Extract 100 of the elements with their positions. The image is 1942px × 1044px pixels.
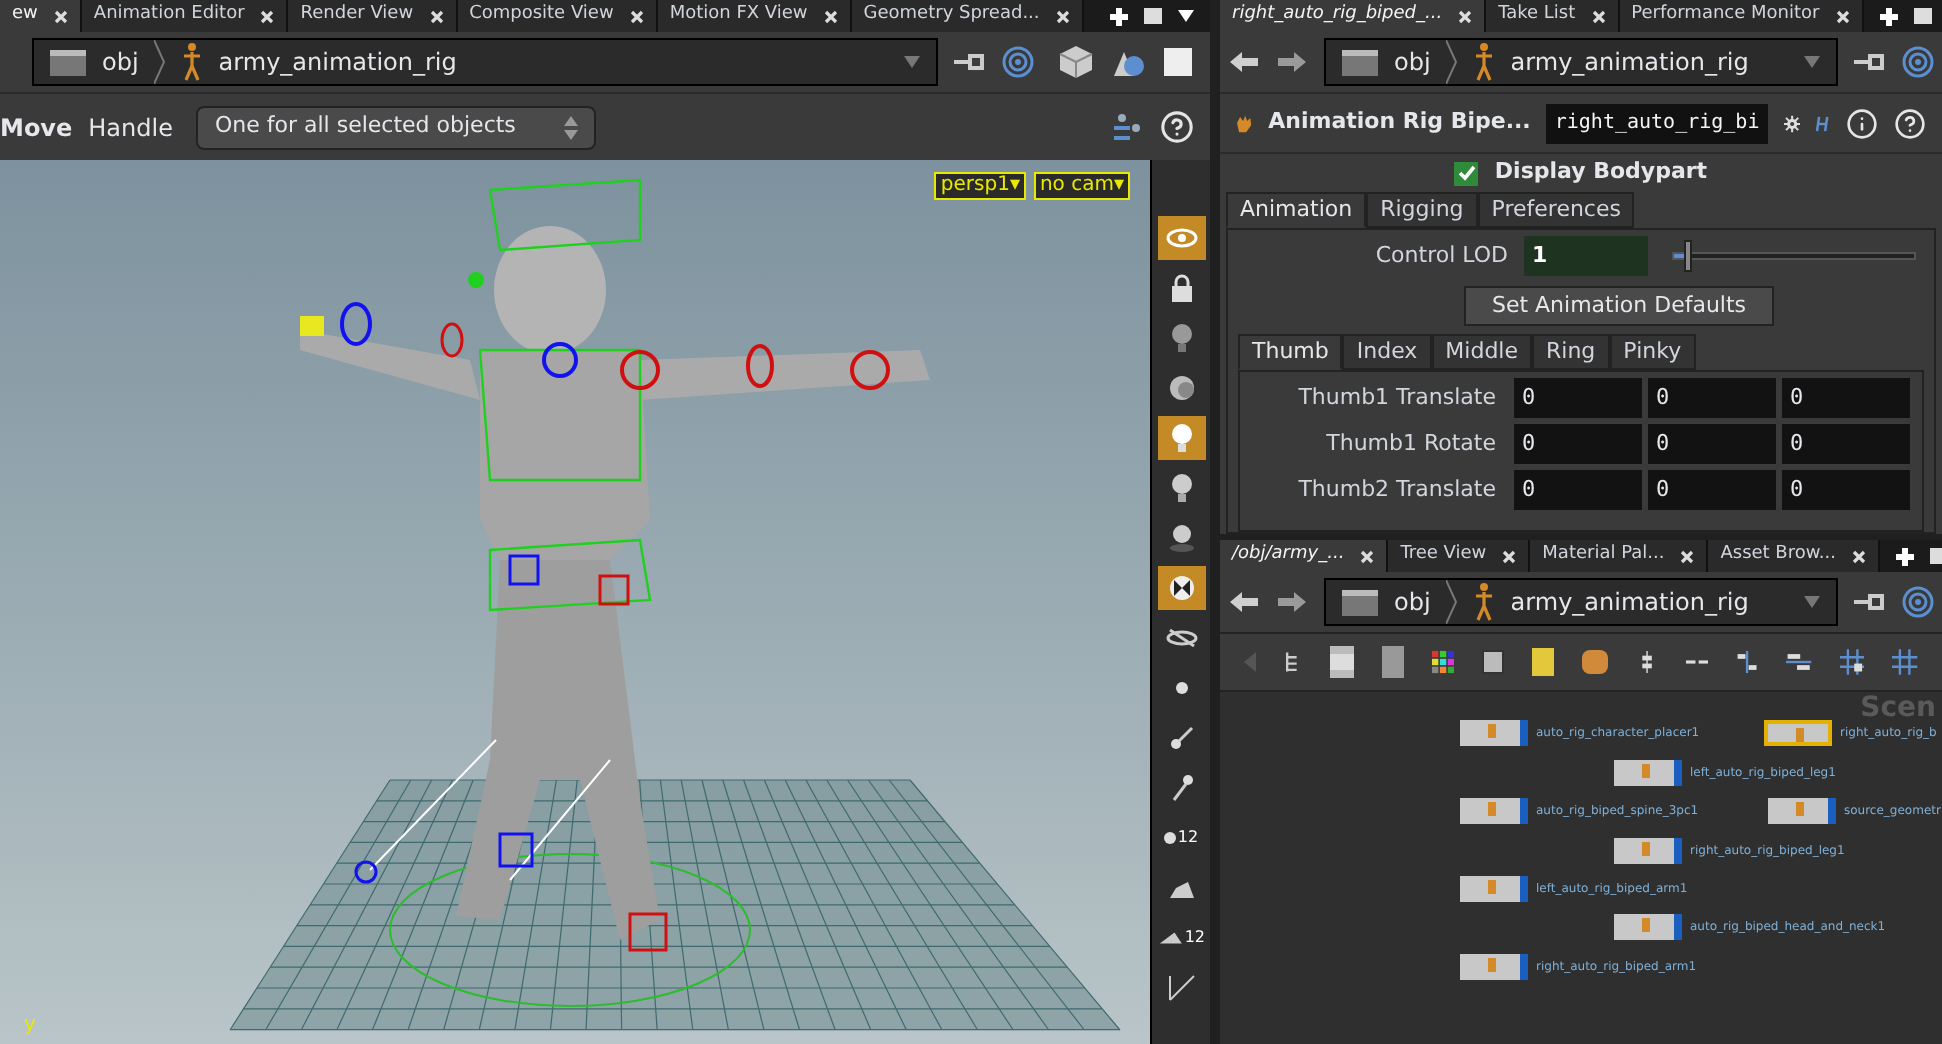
value-field[interactable]: 0	[1782, 470, 1910, 510]
handle-mode-dropdown[interactable]: One for all selected objects	[196, 105, 597, 149]
display-option-button[interactable]	[1157, 416, 1205, 460]
finger-tab[interactable]: Pinky	[1609, 334, 1696, 370]
camera-menu[interactable]: no cam▾	[1033, 172, 1130, 200]
pane-tab[interactable]: right_auto_rig_biped_...	[1220, 0, 1487, 32]
network-node[interactable]	[1614, 760, 1682, 786]
path-bar[interactable]: obj army_animation_rig	[32, 38, 938, 86]
path-bar[interactable]: obj army_animation_rig	[1324, 38, 1838, 86]
path-segment[interactable]: obj	[102, 44, 139, 80]
close-tab-icon[interactable]	[429, 9, 444, 23]
network-node[interactable]	[1768, 798, 1836, 824]
section-tab[interactable]: Rigging	[1366, 192, 1478, 228]
checkbox[interactable]	[1454, 161, 1479, 185]
pane-tab[interactable]: ew	[0, 0, 82, 32]
back-arrow-icon[interactable]	[1228, 590, 1260, 614]
pane-tab[interactable]: Asset Brow...	[1708, 540, 1880, 572]
pane-tab[interactable]: Geometry Spread...	[851, 0, 1084, 32]
close-tab-icon[interactable]	[53, 9, 68, 23]
network-node[interactable]	[1460, 876, 1528, 902]
add-tab-icon[interactable]	[1110, 7, 1128, 25]
section-tab[interactable]: Preferences	[1477, 192, 1635, 228]
pin-icon[interactable]	[954, 50, 986, 74]
display-option-button[interactable]	[1157, 566, 1205, 610]
path-segment[interactable]: obj	[1394, 584, 1431, 620]
value-field[interactable]: 0	[1648, 470, 1776, 510]
finger-tab[interactable]: Middle	[1431, 334, 1533, 370]
info-icon[interactable]	[1845, 107, 1878, 139]
pane-tab[interactable]: Performance Monitor	[1619, 0, 1864, 32]
target-icon[interactable]	[1002, 46, 1034, 78]
close-tab-icon[interactable]	[1458, 9, 1473, 23]
path-bar[interactable]: obj army_animation_rig	[1324, 578, 1838, 626]
pane-tab[interactable]: Render View	[288, 0, 458, 32]
path-segment[interactable]: army_animation_rig	[1510, 584, 1749, 620]
network-node[interactable]	[1460, 798, 1528, 824]
pane-tab[interactable]: /obj/army_...	[1220, 540, 1389, 572]
target-icon[interactable]	[1902, 586, 1934, 618]
back-arrow-icon[interactable]	[1228, 50, 1260, 74]
network-node[interactable]	[1460, 954, 1528, 980]
close-tab-icon[interactable]	[1835, 9, 1850, 23]
panel-icon[interactable]	[1381, 646, 1404, 678]
pane-tab[interactable]: Motion FX View	[657, 0, 852, 32]
close-tab-icon[interactable]	[1680, 549, 1695, 563]
help-icon[interactable]	[1893, 107, 1926, 139]
viewport[interactable]: persp1▾ no cam▾ y	[0, 160, 1150, 1044]
close-tab-icon[interactable]	[629, 9, 644, 23]
pane-tab[interactable]: Composite View	[457, 0, 658, 32]
grid-icon[interactable]	[1892, 646, 1918, 678]
grid-snap-icon[interactable]	[1839, 646, 1865, 678]
maximize-icon[interactable]	[1913, 8, 1932, 24]
color-grid-icon[interactable]	[1431, 648, 1454, 676]
value-field[interactable]: 0	[1648, 424, 1776, 464]
value-field[interactable]: 0	[1782, 378, 1910, 418]
forward-arrow-icon[interactable]	[1276, 590, 1308, 614]
finger-tab[interactable]: Ring	[1532, 334, 1610, 370]
handle-settings-icon[interactable]	[1112, 111, 1144, 143]
add-tab-icon[interactable]	[1895, 547, 1914, 565]
square-icon[interactable]	[1162, 46, 1194, 78]
dropdown-caret-icon[interactable]	[1804, 596, 1820, 608]
network-node[interactable]	[1460, 720, 1528, 746]
section-tab[interactable]: Animation	[1226, 192, 1367, 228]
close-tab-icon[interactable]	[1055, 9, 1070, 23]
tree-icon[interactable]	[1284, 648, 1303, 676]
path-segment[interactable]: army_animation_rig	[1510, 44, 1749, 80]
close-tab-icon[interactable]	[1591, 9, 1606, 23]
node-name-field[interactable]: right_auto_rig_bi	[1546, 103, 1768, 143]
finger-tab[interactable]: Index	[1342, 334, 1432, 370]
network-box-icon[interactable]	[1481, 650, 1505, 674]
value-field[interactable]: 0	[1782, 424, 1910, 464]
network-node[interactable]	[1614, 838, 1682, 864]
maximize-icon[interactable]	[1929, 548, 1942, 564]
set-defaults-button[interactable]: Set Animation Defaults	[1464, 286, 1774, 326]
close-tab-icon[interactable]	[1851, 549, 1866, 563]
value-field[interactable]: 0	[1514, 424, 1642, 464]
display-option-button[interactable]: 12	[1157, 816, 1205, 860]
path-segment[interactable]: army_animation_rig	[218, 44, 457, 80]
value-field[interactable]: 0	[1514, 470, 1642, 510]
network-node[interactable]	[1764, 720, 1832, 746]
pane-tab[interactable]: Take List	[1486, 0, 1620, 32]
dropdown-caret-icon[interactable]	[1804, 56, 1820, 68]
close-tab-icon[interactable]	[1502, 549, 1517, 563]
add-tab-icon[interactable]	[1879, 7, 1898, 25]
network-node[interactable]	[1614, 914, 1682, 940]
path-segment[interactable]: obj	[1394, 44, 1431, 80]
close-tab-icon[interactable]	[260, 9, 275, 23]
slider-thumb[interactable]	[1684, 240, 1693, 272]
display-option-button[interactable]	[1157, 216, 1205, 260]
cube-icon[interactable]	[1058, 44, 1094, 80]
value-field[interactable]: 0	[1648, 378, 1776, 418]
pane-tab[interactable]: Material Pal...	[1530, 540, 1709, 572]
pin-icon[interactable]	[1854, 50, 1886, 74]
dropdown-caret-icon[interactable]	[904, 56, 920, 68]
forward-arrow-icon[interactable]	[1276, 50, 1308, 74]
close-tab-icon[interactable]	[1360, 549, 1375, 563]
pin-icon[interactable]	[1854, 590, 1886, 614]
display-option-button[interactable]: 12	[1157, 916, 1205, 960]
pane-tab[interactable]: Animation Editor	[81, 0, 289, 32]
pane-tab[interactable]: Tree View	[1388, 540, 1531, 572]
target-icon[interactable]	[1902, 46, 1934, 78]
control-lod-field[interactable]: 1	[1524, 236, 1648, 276]
